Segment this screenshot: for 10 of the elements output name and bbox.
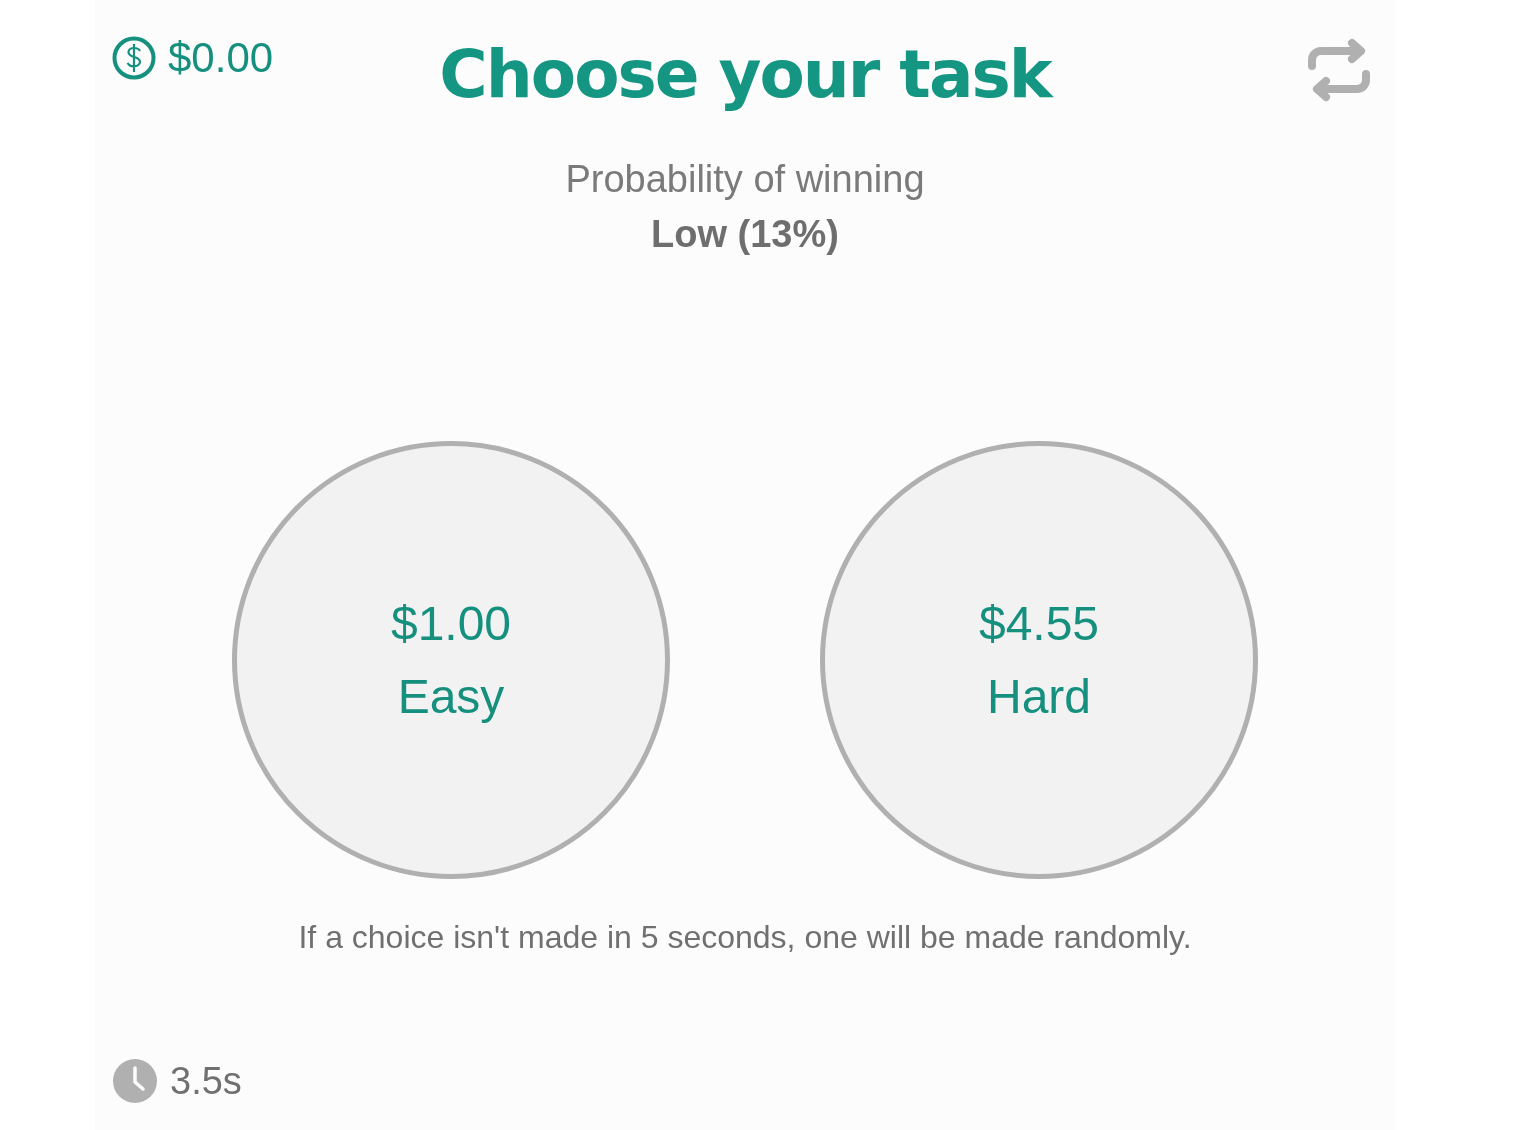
page-title: Choose your task bbox=[438, 35, 1054, 115]
balance-amount: $0.00 bbox=[168, 34, 274, 82]
timer-value: 3.5s bbox=[170, 1059, 242, 1103]
clock-icon bbox=[112, 1058, 158, 1104]
task-choice-button[interactable]: $1.00 Easy bbox=[232, 441, 670, 879]
probability-value: Low (13%) bbox=[650, 213, 840, 256]
dollar-coin-icon bbox=[112, 36, 156, 80]
task-choice-button[interactable]: $4.55 Hard bbox=[820, 441, 1258, 879]
probability-label: Probability of winning bbox=[564, 158, 926, 201]
timeout-note: If a choice isn't made in 5 seconds, one will be made randomly. bbox=[297, 919, 1193, 956]
